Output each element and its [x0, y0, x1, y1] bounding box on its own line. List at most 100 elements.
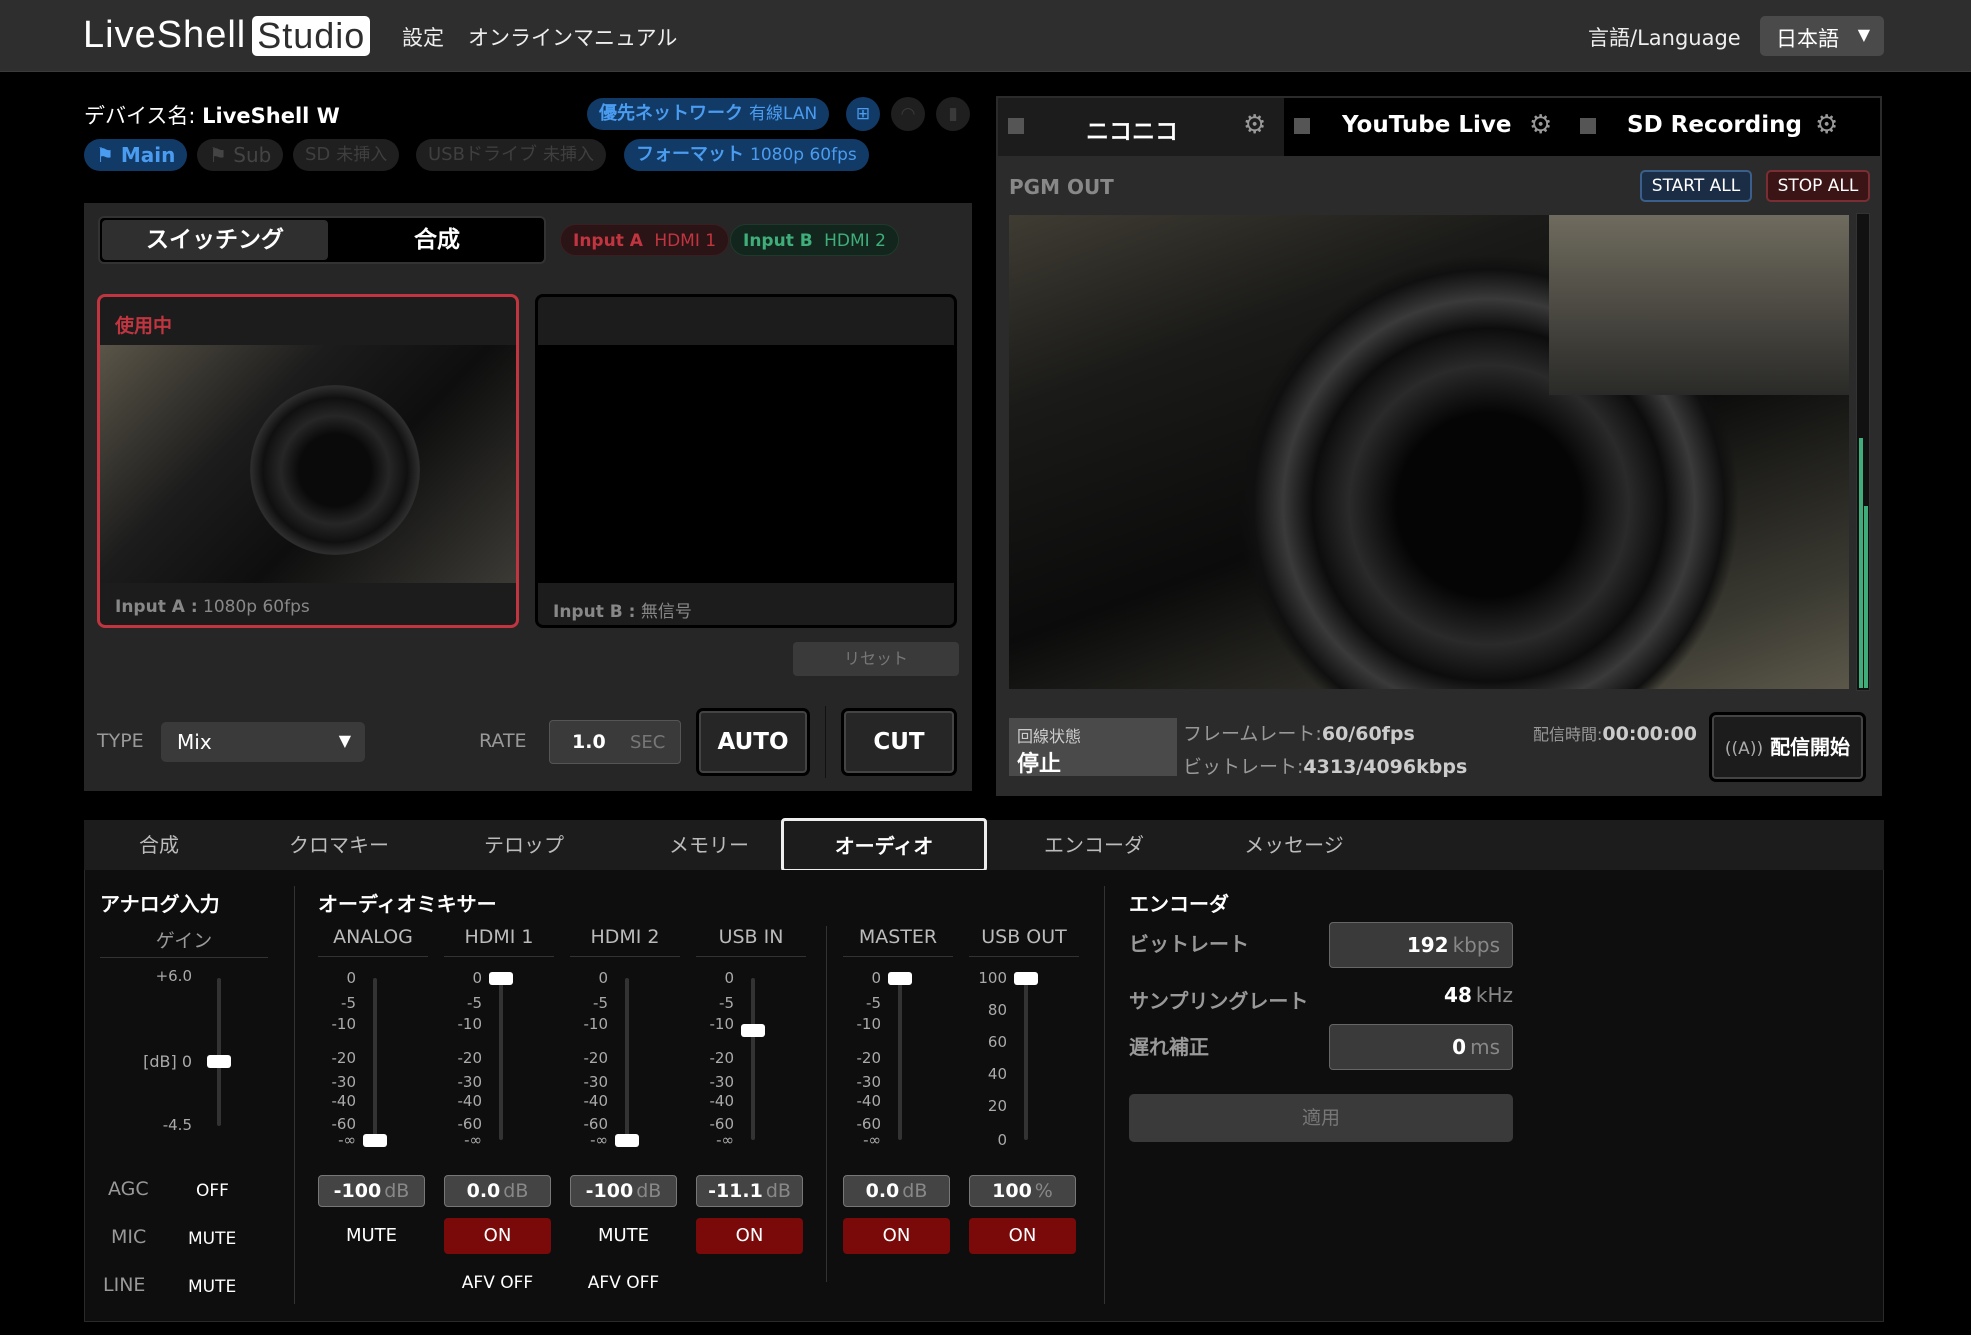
- fader-track[interactable]: [1024, 978, 1028, 1140]
- gain-tick-mid: [dB] 0: [143, 1052, 192, 1071]
- auto-button[interactable]: AUTO: [696, 708, 810, 776]
- type-label: TYPE: [97, 730, 144, 752]
- fader-knob[interactable]: [888, 972, 912, 985]
- channel-on-toggle[interactable]: ON: [444, 1218, 551, 1254]
- level-tick-label: 0: [871, 969, 881, 987]
- tab-audio[interactable]: オーディオ: [781, 818, 987, 872]
- divider: [294, 886, 295, 1304]
- level-value-field[interactable]: -100 dB: [570, 1175, 677, 1207]
- preferred-network-chip[interactable]: 優先ネットワーク 有線LAN: [587, 98, 830, 130]
- level-value-field[interactable]: 0.0 dB: [444, 1175, 551, 1207]
- level-tick-label: -30: [331, 1073, 357, 1091]
- level-value-field[interactable]: -11.1 dB: [696, 1175, 803, 1207]
- dropdown-arrow-icon: ▼: [1857, 25, 1870, 44]
- fader-track[interactable]: [499, 978, 503, 1140]
- fader-knob[interactable]: [615, 1134, 639, 1147]
- signal-bars-icon[interactable]: ▮: [936, 97, 970, 131]
- gain-slider-track[interactable]: [217, 978, 221, 1126]
- cut-button[interactable]: CUT: [841, 708, 957, 776]
- youtube-enable-checkbox[interactable]: [1294, 118, 1310, 134]
- line-label: LINE: [103, 1274, 146, 1296]
- gear-icon[interactable]: ⚙: [1815, 110, 1838, 140]
- level-tick-label: -10: [331, 1015, 357, 1033]
- input-b-preview-empty: [538, 345, 954, 583]
- channel-mute-toggle[interactable]: MUTE: [318, 1218, 425, 1254]
- channel-mute-toggle[interactable]: MUTE: [570, 1218, 677, 1254]
- fader-track[interactable]: [751, 978, 755, 1140]
- level-tick-label: 60: [987, 1033, 1007, 1051]
- tab-chroma-key[interactable]: クロマキー: [264, 820, 414, 870]
- language-select-value: 日本語: [1776, 27, 1839, 51]
- sub-chip-label: Sub: [233, 143, 272, 167]
- language-select[interactable]: 日本語 ▼: [1760, 16, 1884, 56]
- input-b-caption-value: 無信号: [640, 602, 692, 622]
- level-value-field[interactable]: 100%: [969, 1175, 1076, 1207]
- stop-all-button[interactable]: STOP ALL: [1766, 170, 1870, 202]
- tab-memory[interactable]: メモリー: [639, 820, 779, 870]
- line-value[interactable]: MUTE: [188, 1277, 236, 1297]
- nav-settings[interactable]: 設定: [402, 22, 444, 52]
- level-tick-label: -5: [866, 994, 881, 1012]
- bottom-tab-bar: 合成 クロマキー テロップ メモリー オーディオ エンコーダ メッセージ: [84, 818, 1884, 872]
- afv-toggle[interactable]: AFV OFF: [444, 1273, 551, 1293]
- tab-compose-settings[interactable]: 合成: [104, 820, 214, 870]
- gain-slider-knob[interactable]: [207, 1055, 231, 1068]
- divider: [826, 926, 827, 1282]
- apply-button[interactable]: 適用: [1129, 1094, 1513, 1142]
- gain-tick-top: +6.0: [155, 967, 192, 985]
- level-tick-label: -40: [457, 1092, 483, 1110]
- stream-time-info: 配信時間:00:00:00: [1533, 721, 1697, 745]
- level-value-field[interactable]: -100 dB: [318, 1175, 425, 1207]
- agc-value[interactable]: OFF: [196, 1181, 229, 1201]
- wired-lan-icon[interactable]: ⊞: [846, 97, 880, 131]
- framerate-info: フレームレート:60/60fps: [1183, 719, 1415, 746]
- level-value: 0.0: [466, 1180, 501, 1202]
- nav-online-manual[interactable]: オンラインマニュアル: [468, 22, 677, 52]
- start-all-button[interactable]: START ALL: [1640, 170, 1752, 202]
- fader-knob[interactable]: [741, 1023, 765, 1037]
- input-a-caption-value: 1080p 60fps: [203, 597, 310, 617]
- format-chip[interactable]: フォーマット 1080p 60fps: [624, 139, 869, 171]
- encoder-bitrate-input[interactable]: 192 kbps: [1329, 922, 1513, 968]
- input-b-card[interactable]: Input B : 無信号: [535, 294, 957, 628]
- fader-track[interactable]: [625, 978, 629, 1140]
- output-tab-niconico[interactable]: ニコニコ ⚙: [998, 98, 1284, 156]
- level-value-field[interactable]: 0.0 dB: [843, 1175, 950, 1207]
- wifi-icon[interactable]: ◠: [891, 97, 925, 131]
- fader-knob[interactable]: [489, 972, 513, 985]
- tab-encoder[interactable]: エンコーダ: [1019, 820, 1169, 870]
- output-tab-sd-recording[interactable]: SD Recording ⚙: [1570, 98, 1880, 156]
- rate-input[interactable]: 1.0 SEC: [549, 720, 681, 764]
- output-tab-youtube[interactable]: YouTube Live ⚙: [1284, 98, 1570, 156]
- start-stream-button[interactable]: ((A)) 配信開始: [1709, 712, 1866, 782]
- fader-track[interactable]: [898, 978, 902, 1140]
- bitrate-value: 4313/4096kbps: [1303, 756, 1468, 778]
- language-label: 言語/Language: [1588, 26, 1741, 50]
- gear-icon[interactable]: ⚙: [1243, 110, 1266, 140]
- main-chip[interactable]: ⚑ Main: [84, 139, 188, 171]
- sampling-rate-readout: 48 kHz: [1329, 983, 1513, 1007]
- tab-message[interactable]: メッセージ: [1214, 820, 1374, 870]
- tab-telop[interactable]: テロップ: [454, 820, 594, 870]
- channel-on-toggle[interactable]: ON: [969, 1218, 1076, 1254]
- channel-name: USB OUT: [969, 926, 1079, 957]
- reset-button[interactable]: リセット: [793, 642, 959, 676]
- fader-track[interactable]: [373, 978, 377, 1140]
- afv-toggle[interactable]: AFV OFF: [570, 1273, 677, 1293]
- tab-compose[interactable]: 合成: [330, 220, 544, 260]
- channel-on-toggle[interactable]: ON: [696, 1218, 803, 1254]
- bitrate-label: ビットレート:: [1183, 756, 1304, 778]
- transition-type-select[interactable]: Mix ▼: [161, 722, 365, 762]
- niconico-enable-checkbox[interactable]: [1008, 118, 1024, 134]
- input-a-card[interactable]: 使用中 Input A : 1080p 60fps: [97, 294, 519, 628]
- tab-switching[interactable]: スイッチング: [102, 220, 328, 260]
- sd-recording-enable-checkbox[interactable]: [1580, 118, 1596, 134]
- channel-on-toggle[interactable]: ON: [843, 1218, 950, 1254]
- fader-knob[interactable]: [363, 1134, 387, 1147]
- fader-knob[interactable]: [1014, 972, 1038, 985]
- mic-value[interactable]: MUTE: [188, 1229, 236, 1249]
- sub-chip[interactable]: ⚑ Sub: [197, 139, 284, 171]
- format-label: フォーマット: [636, 144, 744, 165]
- delay-comp-input[interactable]: 0 ms: [1329, 1024, 1513, 1070]
- gear-icon[interactable]: ⚙: [1529, 110, 1552, 140]
